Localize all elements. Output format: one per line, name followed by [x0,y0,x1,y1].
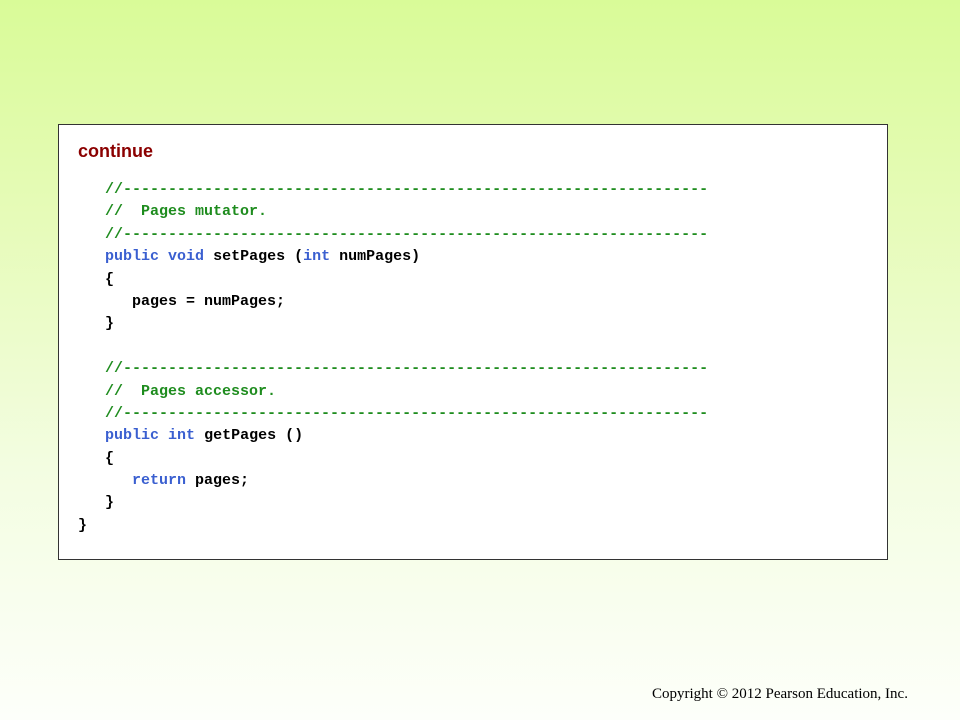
code-token-keyword: public [105,427,160,445]
code-line: } [78,313,708,335]
code-line: // Pages accessor. [78,381,708,403]
code-line: //--------------------------------------… [78,224,708,246]
code-token-keyword: int [168,427,196,445]
code-line: //--------------------------------------… [78,403,708,425]
code-token-plain: setPages ( [204,248,304,266]
code-token-keyword: public [105,248,160,266]
code-token-plain: } [105,494,115,512]
code-token-comment: //--------------------------------------… [105,225,709,243]
code-line: return pages; [78,470,708,492]
code-line: //--------------------------------------… [78,179,708,201]
code-line: } [78,515,708,537]
code-token-keyword: int [303,248,331,266]
code-block: //--------------------------------------… [78,179,708,537]
code-token-plain: { [105,449,115,467]
code-line: { [78,448,708,470]
code-token-comment: //--------------------------------------… [105,404,709,422]
code-token-comment: // Pages mutator. [105,203,268,221]
code-token-plain: getPages () [195,427,304,445]
code-token-plain: } [105,315,115,333]
code-line: // Pages mutator. [78,201,708,223]
copyright-notice: Copyright © 2012 Pearson Education, Inc. [652,686,908,702]
code-token-plain: { [105,270,115,288]
code-token-plain: } [78,516,88,534]
code-line: pages = numPages; [78,291,708,313]
code-token-plain: pages = numPages; [132,292,286,310]
code-token-plain: pages; [186,472,250,490]
code-token-comment: // Pages accessor. [105,382,277,400]
code-line: } [78,492,708,514]
code-token-comment: //--------------------------------------… [105,360,709,378]
code-line: { [78,269,708,291]
code-listing-panel: continue //-----------------------------… [58,124,888,560]
code-line: public void setPages (int numPages) [78,246,708,268]
code-token-comment: //--------------------------------------… [105,181,709,198]
code-line: public int getPages () [78,425,708,447]
code-line: //--------------------------------------… [78,358,708,380]
continue-label: continue [78,141,153,161]
code-token-keyword: return [132,472,187,490]
code-token-plain: numPages) [330,248,421,266]
code-token-keyword: void [168,248,205,266]
